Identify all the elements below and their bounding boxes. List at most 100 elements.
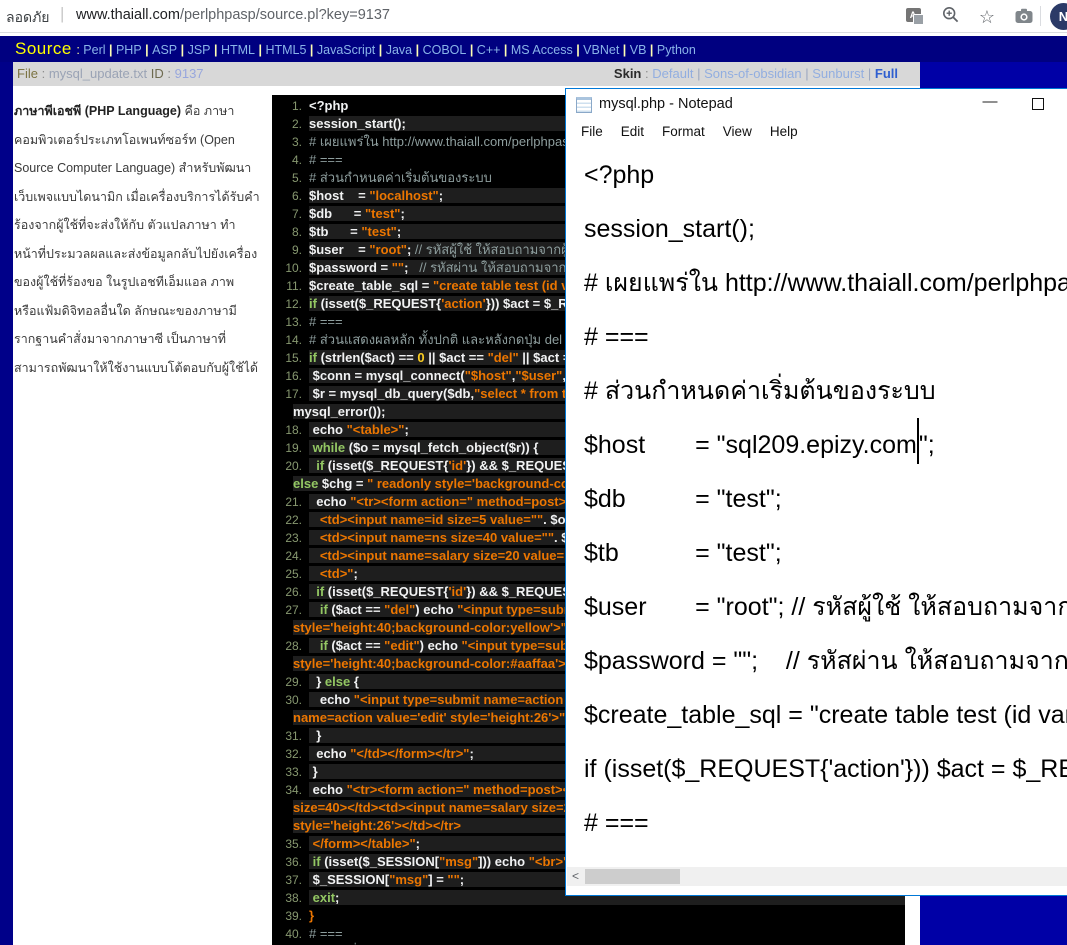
line-number: 17. bbox=[272, 386, 302, 403]
php-description-body: คือ ภาษาคอมพิวเตอร์ประเภทโอเพนท์ซอร์ท (O… bbox=[14, 104, 260, 375]
code-token: "test" bbox=[365, 206, 400, 221]
skin-link-sunburst[interactable]: Sunburst bbox=[812, 66, 864, 81]
code-token: echo bbox=[309, 782, 347, 797]
code-token: if bbox=[320, 638, 328, 653]
code-token: echo bbox=[309, 494, 350, 509]
code-token: if bbox=[320, 602, 328, 617]
code-token: ; bbox=[460, 872, 464, 887]
notepad-line: $db = "test"; bbox=[584, 472, 1067, 526]
nav-separator: | bbox=[412, 43, 422, 57]
maximize-button[interactable] bbox=[1016, 89, 1060, 120]
nav-link-vbnet[interactable]: VBNet bbox=[583, 43, 619, 57]
address-bar-url[interactable]: www.thaiall.com/perlphpasp/source.pl?key… bbox=[76, 7, 390, 23]
code-token: "<br>" bbox=[529, 854, 570, 869]
code-token: $db = bbox=[309, 206, 365, 221]
line-number: 6. bbox=[272, 188, 302, 205]
nav-link-python[interactable]: Python bbox=[657, 43, 696, 57]
file-label: File bbox=[17, 66, 38, 81]
code-token: "$host" bbox=[465, 368, 512, 383]
menu-file[interactable]: File bbox=[581, 121, 603, 142]
line-number: 16. bbox=[272, 368, 302, 385]
line-number: 26. bbox=[272, 584, 302, 601]
code-token: echo bbox=[309, 692, 354, 707]
source-nav-links: Perl | PHP | ASP | JSP | HTML | HTML5 | … bbox=[83, 41, 696, 58]
translate-icon[interactable]: A bbox=[901, 5, 925, 29]
scrollbar-thumb[interactable] bbox=[585, 869, 680, 884]
nav-link-php[interactable]: PHP bbox=[116, 43, 142, 57]
file-name: mysql_update.txt bbox=[49, 66, 147, 81]
notepad-horizontal-scrollbar[interactable]: < bbox=[567, 867, 1067, 886]
menu-help[interactable]: Help bbox=[770, 121, 798, 142]
skin-link-sons-of-obsidian[interactable]: Sons-of-obsidian bbox=[704, 66, 802, 81]
code-token: (isset($_REQUEST{ bbox=[324, 584, 448, 599]
code-token: ; bbox=[335, 890, 339, 905]
line-number: 32. bbox=[272, 746, 302, 763]
line-number: 15. bbox=[272, 350, 302, 367]
line-number: 35. bbox=[272, 836, 302, 853]
camera-extension-icon[interactable] bbox=[1012, 5, 1036, 29]
menu-edit[interactable]: Edit bbox=[621, 121, 644, 142]
code-token: ) echo bbox=[420, 638, 462, 653]
code-token: if bbox=[309, 296, 317, 311]
code-token: <td><input name=ns size=40 value="" bbox=[309, 530, 554, 545]
nav-link-perl[interactable]: Perl bbox=[83, 43, 105, 57]
minimize-button[interactable]: — bbox=[968, 89, 1012, 120]
code-token: </form></table>" bbox=[313, 836, 416, 851]
line-number: 19. bbox=[272, 440, 302, 457]
code-token: if bbox=[309, 350, 317, 365]
nav-link-java[interactable]: Java bbox=[386, 43, 412, 57]
notepad-titlebar[interactable]: mysql.php - Notepad — bbox=[566, 89, 1067, 121]
code-token: "<tr><form action=" method=post> bbox=[350, 494, 566, 509]
code-token: ; bbox=[353, 566, 357, 581]
site-title: Source bbox=[15, 39, 72, 58]
code-token: "</td></form></tr>" bbox=[350, 746, 469, 761]
nav-link-msaccess[interactable]: MS Access bbox=[511, 43, 573, 57]
code-token: } bbox=[309, 908, 314, 923]
code-token: (isset($_REQUEST{ bbox=[324, 458, 448, 473]
code-token: if bbox=[316, 584, 324, 599]
nav-link-c[interactable]: C++ bbox=[477, 43, 501, 57]
code-token: $host = bbox=[309, 188, 369, 203]
nav-link-javascript[interactable]: JavaScript bbox=[317, 43, 375, 57]
line-number: 8. bbox=[272, 224, 302, 241]
nav-link-jsp[interactable]: JSP bbox=[188, 43, 211, 57]
nav-link-cobol[interactable]: COBOL bbox=[423, 43, 467, 57]
maximize-icon bbox=[1032, 98, 1044, 110]
code-token: 0 bbox=[417, 350, 424, 365]
code-line: 39.} bbox=[272, 908, 905, 925]
line-number: 27. bbox=[272, 602, 302, 619]
menu-view[interactable]: View bbox=[723, 121, 752, 142]
menu-format[interactable]: Format bbox=[662, 121, 705, 142]
notepad-menubar: File Edit Format View Help bbox=[566, 121, 1067, 142]
line-number: 40. bbox=[272, 926, 302, 943]
skin-link-default[interactable]: Default bbox=[652, 66, 693, 81]
code-token: (strlen($act) == bbox=[317, 350, 417, 365]
zoom-icon[interactable] bbox=[939, 5, 963, 29]
code-line: 40.# === bbox=[272, 926, 905, 943]
scroll-left-arrow[interactable]: < bbox=[567, 867, 584, 886]
browser-toolbar: ลอดภัย | www.thaiall.com/perlphpasp/sour… bbox=[0, 0, 1067, 33]
nav-link-html[interactable]: HTML bbox=[221, 43, 255, 57]
code-token: ($act == bbox=[328, 638, 384, 653]
code-token: session_start(); bbox=[309, 116, 406, 131]
bookmark-star-icon[interactable]: ☆ bbox=[975, 5, 999, 29]
address-bar-text-tail[interactable]: ลอดภัย bbox=[6, 7, 50, 29]
nav-separator: | bbox=[255, 43, 265, 57]
translate-icon-glyph: A bbox=[906, 8, 921, 22]
code-token: mysql_error()); bbox=[293, 404, 385, 419]
skin-link-full[interactable]: Full bbox=[875, 66, 898, 81]
line-number: 10. bbox=[272, 260, 302, 277]
line-number: 7. bbox=[272, 206, 302, 223]
nav-link-asp[interactable]: ASP bbox=[152, 43, 177, 57]
nav-link-vb[interactable]: VB bbox=[630, 43, 647, 57]
line-number: 24. bbox=[272, 548, 302, 565]
page-left-border bbox=[0, 36, 13, 945]
profile-avatar[interactable]: N bbox=[1050, 3, 1067, 30]
nav-link-html5[interactable]: HTML5 bbox=[265, 43, 306, 57]
url-path: /perlphpasp/source.pl?key=9137 bbox=[180, 7, 390, 23]
code-token: ; bbox=[400, 206, 404, 221]
code-token: "test" bbox=[361, 224, 396, 239]
notepad-text-area[interactable]: <?phpsession_start();# เผยแพร่ใน http://… bbox=[566, 142, 1067, 866]
code-token: <td>" bbox=[309, 566, 353, 581]
code-token: style='height:40;background-color:#aaffa… bbox=[293, 656, 572, 671]
